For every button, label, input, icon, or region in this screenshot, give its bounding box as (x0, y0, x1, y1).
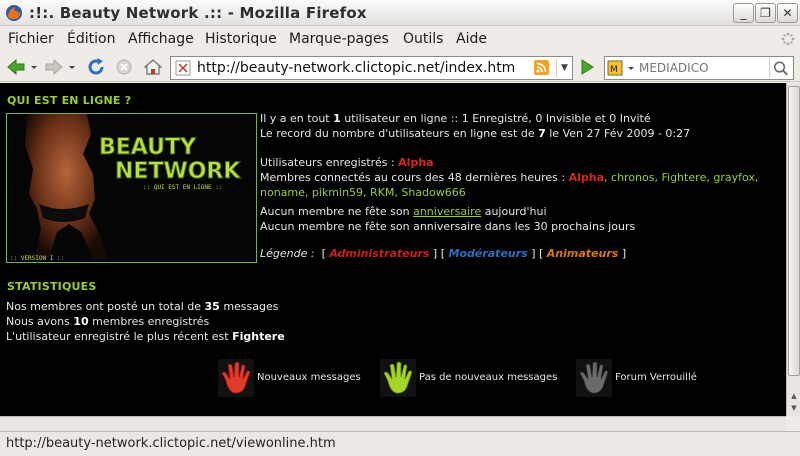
menu-bar: Fichier Édition Affichage Historique Mar… (0, 27, 800, 51)
status-bar: http://beauty-network.clictopic.net/view… (0, 431, 800, 456)
new-messages-label: Nouveaux messages (257, 372, 361, 383)
back-icon[interactable] (5, 56, 27, 78)
firefox-icon (6, 5, 22, 21)
horizontal-scrollbar[interactable] (0, 416, 786, 431)
menu-fichier[interactable]: Fichier (8, 31, 54, 47)
locked-forum-label: Forum Verrouillé (615, 372, 697, 383)
stats-posts: Nos membres ont posté un total de 35 mes… (6, 300, 279, 313)
user-link-alpha[interactable]: Alpha (398, 156, 433, 169)
banner-logo-line2: NETWORK (115, 159, 241, 184)
rss-feed-icon[interactable] (534, 60, 549, 75)
no-new-messages-label: Pas de nouveaux messages (419, 372, 558, 383)
menu-aide[interactable]: Aide (456, 31, 487, 47)
birthday-today: Aucun membre ne fête son anniversaire au… (260, 205, 547, 218)
online-count: 1 (333, 112, 341, 125)
svg-text:M: M (610, 65, 618, 75)
legend-animators: Animateurs (546, 247, 619, 260)
vertical-scrollbar[interactable]: ▲ ▼ (786, 83, 800, 416)
back-dropdown-icon[interactable] (28, 56, 40, 78)
statistics-title: STATISTIQUES (7, 280, 97, 293)
navigation-toolbar: http://beauty-network.clictopic.net/inde… (0, 52, 800, 82)
forward-icon[interactable] (43, 56, 65, 78)
user-link-alpha-48h[interactable]: Alpha (569, 171, 604, 184)
online-record: Le record du nombre d'utilisateurs en li… (260, 127, 691, 140)
title-bar: :!:. Beauty Network .:: - Mozilla Firefo… (0, 0, 800, 26)
new-messages-icon (218, 359, 254, 397)
scroll-down-icon[interactable]: ▼ (788, 402, 800, 414)
page-favicon (175, 60, 191, 76)
no-new-messages-icon (380, 359, 416, 397)
banner-image: BEAUTY NETWORK :: QUI EST EN LIGNE :: ::… (7, 114, 256, 262)
reload-icon[interactable] (85, 56, 107, 78)
window-title: :!:. Beauty Network .:: - Mozilla Firefo… (29, 4, 367, 22)
menu-marque-pages[interactable]: Marque-pages (289, 31, 389, 47)
scrollbar-thumb[interactable] (788, 86, 800, 376)
url-text[interactable]: http://beauty-network.clictopic.net/inde… (197, 60, 515, 76)
birthday-link[interactable]: anniversaire (413, 205, 481, 218)
menu-historique[interactable]: Historique (205, 31, 277, 47)
url-bar[interactable]: http://beauty-network.clictopic.net/inde… (170, 56, 573, 80)
firefox-window: :!:. Beauty Network .:: - Mozilla Firefo… (0, 0, 800, 456)
status-text: http://beauty-network.clictopic.net/view… (6, 436, 336, 451)
scroll-up-icon[interactable]: ▲ (788, 390, 800, 402)
record-count: 7 (538, 127, 546, 140)
legend-administrators: Administrateurs (329, 247, 430, 260)
legend: Légende : [ Administrateurs ] [ Modérate… (260, 247, 627, 260)
search-icon[interactable] (769, 58, 791, 78)
banner-version: :: VERSION I :: (10, 255, 64, 262)
stop-icon[interactable] (113, 56, 135, 78)
search-input[interactable] (639, 58, 767, 78)
locked-forum-icon (576, 359, 612, 397)
menu-outils[interactable]: Outils (403, 31, 443, 47)
go-icon[interactable] (578, 58, 596, 76)
home-icon[interactable] (142, 56, 164, 78)
last48-users: Membres connectés au cours des 48 derniè… (260, 171, 759, 184)
newest-user-link[interactable]: Fighterе (232, 330, 285, 343)
url-history-dropdown[interactable]: ▼ (556, 59, 572, 77)
menu-edition[interactable]: Édition (67, 31, 115, 47)
who-online-title: QUI EST EN LIGNE ? (7, 94, 132, 107)
legend-moderators: Modérateurs (448, 247, 528, 260)
throbber-icon (781, 32, 795, 46)
last48-user-links[interactable]: , chronos, Fighterе, grayfox, (604, 171, 758, 184)
stats-members: Nous avons 10 membres enregistrés (6, 315, 210, 328)
restore-button[interactable]: ❐ (755, 3, 776, 23)
birthday-upcoming: Aucun membre ne fête son anniversaire da… (260, 220, 636, 233)
menu-affichage[interactable]: Affichage (128, 31, 194, 47)
stats-newest: L'utilisateur enregistré le plus récent … (6, 330, 285, 343)
minimize-button[interactable]: _ (733, 3, 754, 23)
registered-users: Utilisateurs enregistrés : Alpha (260, 156, 434, 169)
search-engine-icon[interactable]: M (607, 59, 637, 77)
forward-dropdown-icon[interactable] (66, 56, 78, 78)
last48-users-line2[interactable]: noname, pikmin59, RKM, Shadow666 (260, 186, 466, 199)
beauty-network-banner: BEAUTY NETWORK :: QUI EST EN LIGNE :: ::… (6, 113, 257, 263)
banner-logo-line1: BEAUTY (99, 135, 197, 160)
close-button[interactable]: ✕ (777, 3, 798, 23)
online-summary: Il y a en tout 1 utilisateur en ligne ::… (260, 112, 651, 125)
page-content: QUI EST EN LIGNE ? BEAUTY NETWORK:: QUI… (0, 83, 786, 416)
search-box[interactable]: M (604, 56, 794, 80)
banner-tagline: :: QUI EST EN LIGNE :: (143, 184, 222, 191)
